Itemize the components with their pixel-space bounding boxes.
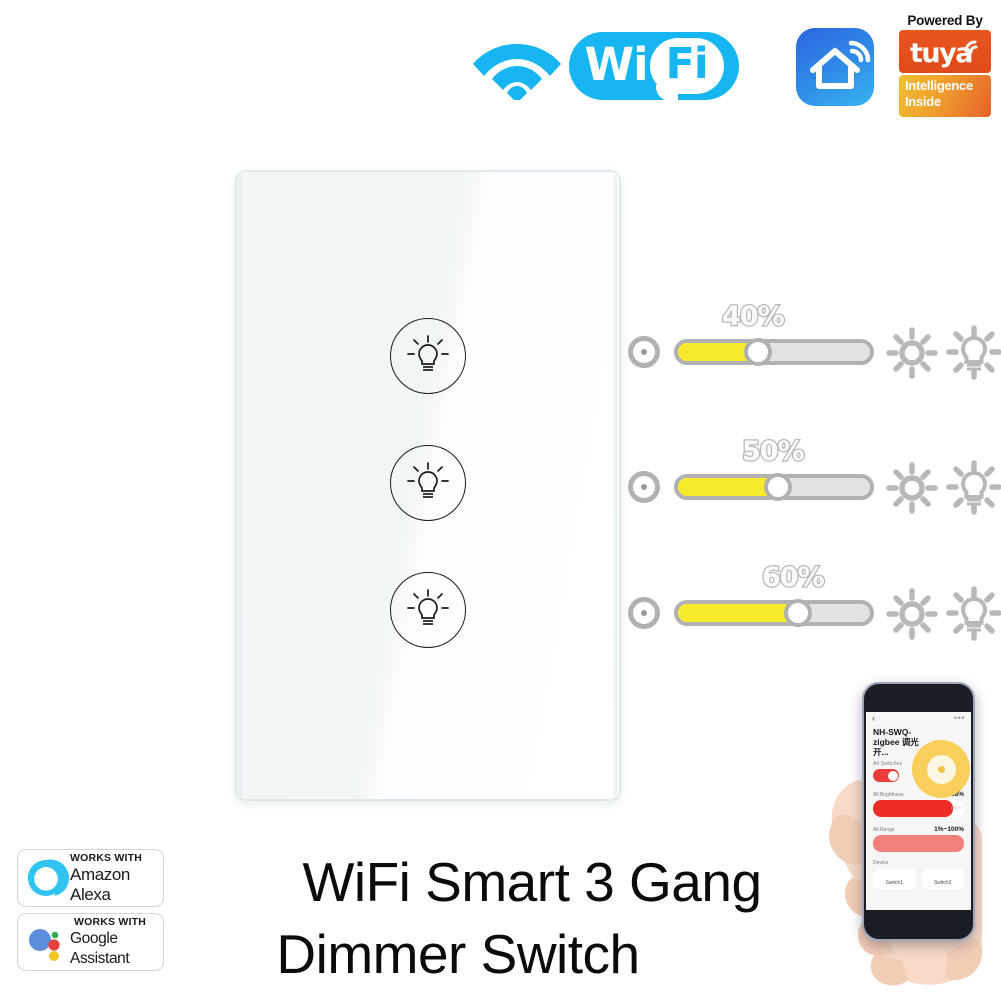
glass-switch-panel [236, 171, 620, 800]
wifi-signal-icon [473, 44, 561, 100]
all-range-value: 1%~100% [934, 826, 964, 833]
alexa-ring-icon [23, 855, 70, 901]
tuya-tagline-line2: Inside [905, 94, 941, 109]
smartphone: ‹ ••• NH-SWQ-zigbee 调光开... All Switches … [862, 682, 975, 941]
lightbulb-icon [407, 335, 449, 371]
alexa-badge-text: WORKS WITH Amazon Alexa [70, 852, 163, 905]
touch-button-gang-3[interactable] [390, 572, 466, 648]
dimmer-slider-track[interactable] [674, 338, 874, 366]
product-headline: WiFi Smart 3 Gang Dimmer Switch [212, 846, 852, 990]
tuya-logo-box: tuya [899, 30, 991, 73]
alexa-brand-label: Amazon Alexa [70, 864, 130, 904]
google-assistant-dots-icon [23, 919, 69, 965]
google-works-with-label: WORKS WITH [74, 915, 146, 928]
wifi-logo: Wi Fi [569, 32, 739, 101]
bulb-rays-icon [946, 586, 1001, 641]
dimmer-slider-knob[interactable] [764, 473, 792, 501]
device-card-list: Switch1 Switch2 [873, 869, 964, 889]
device-card-switch1[interactable]: Switch1 [873, 869, 916, 889]
google-badge-text: WORKS WITH Google Assistant [70, 916, 163, 969]
lightbulb-icon [407, 462, 449, 498]
alexa-works-with-label: WORKS WITH [70, 851, 142, 864]
dimmer-slider-knob[interactable] [784, 599, 812, 627]
headline-line-2: Dimmer Switch [276, 923, 640, 985]
tuya-app-screen: ‹ ••• NH-SWQ-zigbee 调光开... All Switches … [866, 712, 971, 910]
tuya-tagline-line1: Intelligence [905, 78, 973, 93]
dim-dot-icon [628, 471, 660, 503]
dim-dot-icon [628, 597, 660, 629]
dim-dot-icon [628, 336, 660, 368]
works-with-google-assistant-badge: WORKS WITH Google Assistant [17, 913, 164, 971]
sun-brightness-icon [886, 588, 938, 640]
phone-in-hand-photo: ‹ ••• NH-SWQ-zigbee 调光开... All Switches … [818, 668, 1001, 1001]
headline-line-1: WiFi Smart 3 Gang [302, 851, 762, 913]
tuya-intelligence-box: Intelligence Inside [899, 75, 991, 117]
device-section-label: Device [873, 860, 889, 866]
wifi-logo-fi-text: Fi [665, 38, 708, 89]
lightbulb-icon [407, 589, 449, 625]
smart-home-app-icon [796, 28, 874, 106]
dimmer-slider-row: 50% [628, 437, 1001, 521]
tuya-powered-badge: Powered By tuya Intelligence Inside [899, 12, 991, 117]
all-brightness-slider-fill [873, 800, 954, 817]
all-brightness-slider[interactable]: 100% [873, 800, 964, 817]
dimmer-percent-label: 50% [741, 436, 806, 467]
tuya-powered-by-text: Powered By [907, 13, 983, 28]
google-brand-label: Google Assistant [70, 929, 130, 967]
certification-badge-row: Wi Fi Powered By tuya Intelligence Insid… [0, 0, 1001, 130]
device-card-switch2[interactable]: Switch2 [921, 869, 964, 889]
dimmer-percent-label: 40% [721, 301, 786, 332]
works-with-alexa-badge: WORKS WITH Amazon Alexa [17, 849, 164, 907]
brightness-max-hint: 100% [950, 805, 961, 810]
tuya-wifi-arc-icon [964, 40, 978, 54]
all-range-slider[interactable] [873, 835, 964, 852]
bulb-rays-icon [946, 460, 1001, 515]
wifi-logo-wi-text: Wi [584, 37, 648, 91]
all-switches-toggle[interactable] [873, 769, 899, 782]
wifi-logo-bubble: Fi [649, 38, 724, 101]
brightness-dial[interactable] [912, 740, 970, 798]
dimmer-slider-track[interactable] [674, 473, 874, 501]
all-brightness-label: All Brightness [873, 792, 904, 798]
dimmer-slider-row: 40% [628, 302, 1001, 386]
dimmer-percent-label: 60% [761, 562, 826, 593]
dimmer-slider-knob[interactable] [744, 338, 772, 366]
dimmer-slider-fill [678, 604, 798, 622]
touch-button-gang-1[interactable] [390, 318, 466, 394]
more-options-icon[interactable]: ••• [954, 713, 965, 723]
app-top-bar: ‹ ••• [866, 712, 971, 724]
all-range-row: All Range 1%~100% [873, 826, 964, 833]
dimmer-slider-track[interactable] [674, 599, 874, 627]
product-marketing-image: Wi Fi Powered By tuya Intelligence Insid… [0, 0, 1001, 1001]
all-range-label: All Range [873, 827, 895, 833]
touch-button-gang-2[interactable] [390, 445, 466, 521]
dimmer-slider-row: 60% [628, 563, 1001, 647]
dimmer-slider-fill [678, 478, 778, 496]
sun-brightness-icon [886, 462, 938, 514]
back-arrow-icon[interactable]: ‹ [872, 713, 875, 723]
sun-brightness-icon [886, 327, 938, 379]
bulb-rays-icon [946, 325, 1001, 380]
